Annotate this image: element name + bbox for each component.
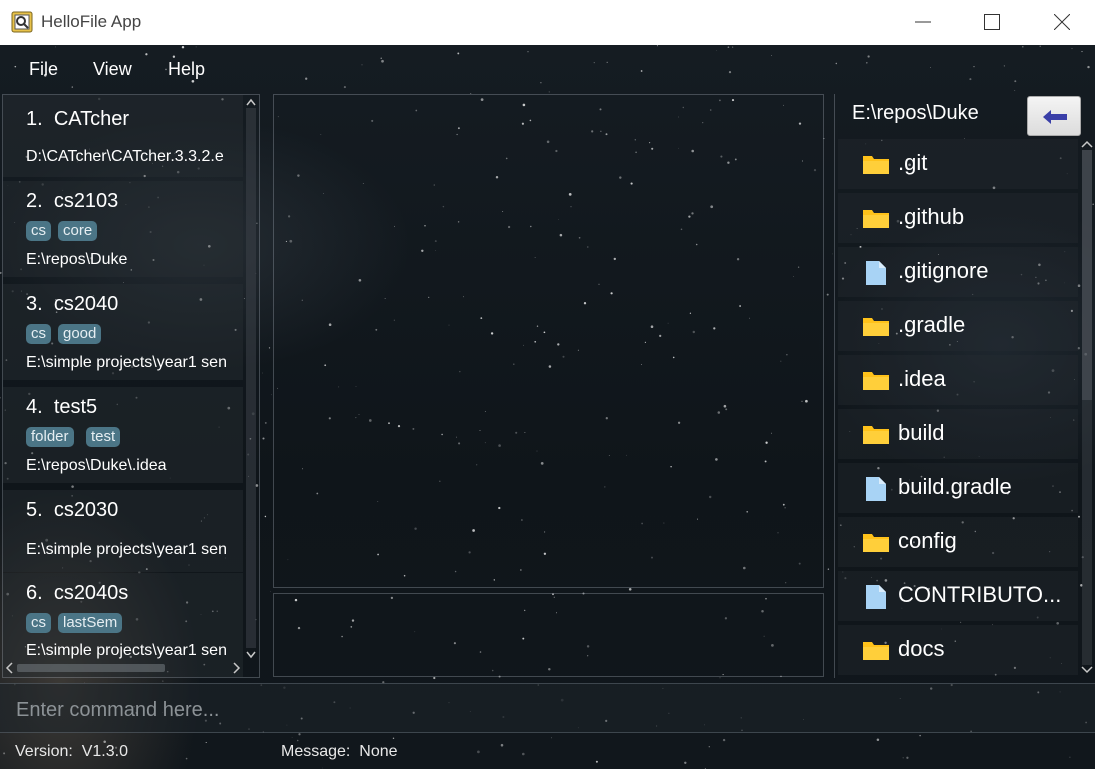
file-name: .git bbox=[898, 150, 928, 175]
file-row[interactable]: config bbox=[838, 517, 1078, 567]
file-row[interactable]: build bbox=[838, 409, 1078, 459]
current-path: E:\repos\Duke bbox=[852, 102, 979, 124]
file-name: .gitignore bbox=[898, 258, 989, 283]
file-list-vscrollbar[interactable] bbox=[1079, 136, 1095, 678]
tag-badge: cs bbox=[26, 221, 51, 241]
version-status: Version: V1.3.0 bbox=[15, 743, 128, 760]
title-bar: HelloFile App bbox=[0, 0, 1095, 45]
tag-badge: test bbox=[86, 427, 121, 447]
file-icon bbox=[866, 261, 886, 285]
file-row[interactable]: docs bbox=[838, 625, 1078, 675]
file-name: .github bbox=[898, 204, 965, 229]
folder-icon bbox=[863, 534, 889, 552]
app-icon bbox=[11, 11, 33, 33]
back-button[interactable] bbox=[1027, 96, 1081, 136]
menu-file[interactable]: File bbox=[29, 59, 58, 80]
maximize-icon bbox=[984, 14, 1000, 30]
file-name: config bbox=[898, 528, 957, 553]
bookmark-title: 4. test5 bbox=[26, 396, 98, 418]
tag-badge: cs bbox=[26, 613, 51, 633]
tag-badge: lastSem bbox=[58, 613, 123, 633]
menu-bar bbox=[0, 45, 1095, 93]
scroll-up-icon bbox=[1081, 140, 1093, 148]
message-status: Message: None bbox=[281, 743, 398, 760]
bookmark-title: 6. cs2040s bbox=[26, 582, 129, 604]
file-row[interactable]: build.gradle bbox=[838, 463, 1078, 513]
list-item[interactable]: 4. test5 folder test E:\repos\Duke\.idea bbox=[3, 387, 243, 483]
minimize-button[interactable] bbox=[888, 0, 958, 45]
left-arrow-icon bbox=[1043, 110, 1067, 124]
command-box bbox=[0, 683, 1095, 733]
file-name: build.gradle bbox=[898, 474, 1012, 499]
file-row[interactable]: CONTRIBUTO... bbox=[838, 571, 1078, 621]
menu-view[interactable]: View bbox=[93, 59, 132, 80]
tag-badge: cs bbox=[26, 324, 51, 344]
file-name: build bbox=[898, 420, 945, 445]
scroll-left-icon bbox=[5, 662, 13, 674]
folder-icon bbox=[863, 318, 889, 336]
bookmark-title: 2. cs2103 bbox=[26, 190, 119, 212]
list-item[interactable]: 3. cs2040 cs good E:\simple projects\yea… bbox=[3, 284, 243, 380]
file-name: .idea bbox=[898, 366, 946, 391]
bookmark-list-vscrollbar[interactable] bbox=[244, 96, 258, 662]
file-row[interactable]: .github bbox=[838, 193, 1078, 243]
file-row[interactable]: .gradle bbox=[838, 301, 1078, 351]
close-button[interactable] bbox=[1027, 0, 1095, 45]
bookmark-list[interactable]: 1. CATcher D:\CATcher\CATcher.3.3.2.e 2.… bbox=[2, 94, 260, 678]
folder-icon bbox=[863, 156, 889, 174]
scroll-right-icon bbox=[233, 662, 241, 674]
preview-panel bbox=[273, 94, 824, 588]
folder-icon bbox=[863, 372, 889, 390]
menu-help[interactable]: Help bbox=[168, 59, 205, 80]
file-name: .gradle bbox=[898, 312, 966, 337]
tag-badge: folder bbox=[26, 427, 74, 447]
bookmark-path: E:\simple projects\year1 sen bbox=[26, 642, 227, 659]
folder-icon bbox=[863, 642, 889, 660]
window-title: HelloFile App bbox=[41, 12, 142, 31]
scroll-down-icon bbox=[246, 651, 256, 659]
command-input[interactable] bbox=[14, 694, 1078, 726]
folder-icon bbox=[863, 210, 889, 228]
bookmark-path: E:\repos\Duke bbox=[26, 251, 128, 268]
bookmark-path: E:\repos\Duke\.idea bbox=[26, 457, 167, 474]
list-item[interactable]: 2. cs2103 cs core E:\repos\Duke bbox=[3, 181, 243, 277]
bookmark-title: 3. cs2040 bbox=[26, 293, 119, 315]
tag-badge: good bbox=[58, 324, 102, 344]
bookmark-path: E:\simple projects\year1 sen bbox=[26, 354, 227, 371]
file-row[interactable]: .git bbox=[838, 139, 1078, 189]
folder-icon bbox=[863, 426, 889, 444]
scroll-up-icon bbox=[246, 98, 256, 106]
file-name: CONTRIBUTO... bbox=[898, 582, 1062, 607]
bookmark-path: E:\simple projects\year1 sen bbox=[26, 541, 227, 558]
file-row[interactable]: .idea bbox=[838, 355, 1078, 405]
tag-badge: core bbox=[58, 221, 98, 241]
list-item[interactable]: 5. cs2030 E:\simple projects\year1 sen bbox=[3, 490, 243, 572]
maximize-button[interactable] bbox=[957, 0, 1027, 45]
minimize-icon bbox=[915, 21, 931, 23]
bookmark-path: D:\CATcher\CATcher.3.3.2.e bbox=[26, 148, 224, 165]
file-name: docs bbox=[898, 636, 945, 661]
file-row[interactable]: .gitignore bbox=[838, 247, 1078, 297]
list-item[interactable]: 1. CATcher D:\CATcher\CATcher.3.3.2.e bbox=[3, 95, 243, 177]
result-panel bbox=[273, 593, 824, 677]
bookmark-list-hscrollbar[interactable] bbox=[3, 660, 245, 676]
bookmark-title: 1. CATcher bbox=[26, 108, 130, 130]
close-icon bbox=[1054, 14, 1070, 30]
scroll-down-icon bbox=[1081, 666, 1093, 674]
file-icon bbox=[866, 585, 886, 609]
file-icon bbox=[866, 477, 886, 501]
bookmark-title: 5. cs2030 bbox=[26, 499, 119, 521]
